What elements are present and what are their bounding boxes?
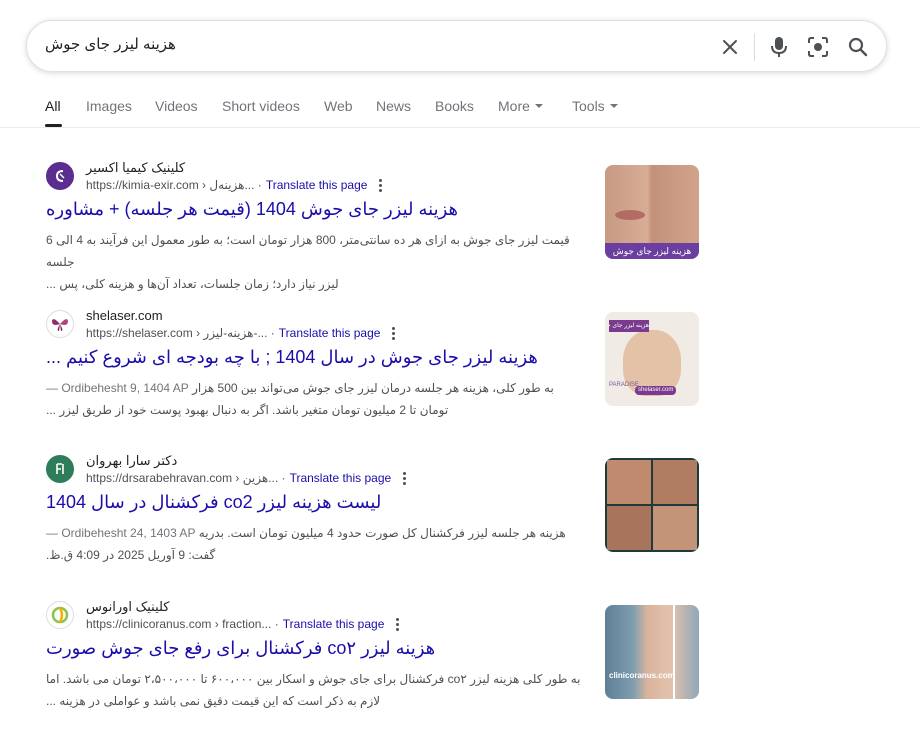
result-date: Ordibehesht 9, 1404 AP — bbox=[46, 381, 189, 395]
result-title-link[interactable]: هزینه لیزر co۲ فرکشنال برای رفع جای جوش … bbox=[46, 638, 626, 659]
result-breadcrumb: › هزین... bbox=[235, 471, 279, 485]
result-title-link[interactable]: هزینه لیزر جای جوش در سال 1404 ; با چه ب… bbox=[46, 347, 626, 368]
thumbnail-caption: clinicoranus.com bbox=[609, 671, 675, 680]
result-snippet: هزینه هر جلسه لیزر فرکشنال کل صورت حدود … bbox=[46, 522, 591, 566]
search-divider bbox=[754, 33, 755, 61]
result-site-name[interactable]: دکتر سارا بهروان bbox=[86, 453, 177, 469]
thumbnail-brand: PARADISE bbox=[609, 382, 639, 388]
result-url[interactable]: https://shelaser.com › هزینه-لیزر-... · T… bbox=[86, 326, 396, 340]
result-breadcrumb: › هزینه-لیزر-... bbox=[196, 326, 268, 340]
search-tabs: All Images Videos Short videos Web News … bbox=[0, 92, 920, 128]
tab-tools-label: Tools bbox=[572, 98, 605, 114]
thumbnail-grid-cell bbox=[607, 506, 651, 550]
translate-link[interactable]: Translate this page bbox=[266, 178, 368, 192]
result-site-name[interactable]: کلینیک کیمیا اکسیر bbox=[86, 160, 185, 176]
result-url[interactable]: https://drsarabehravan.com › هزین... · Tr… bbox=[86, 471, 407, 485]
result-thumbnail[interactable]: هزینه لیزر جای جوش PARADISE shelaser.com bbox=[605, 312, 699, 406]
snippet-line: قیمت لیزر جای جوش به ازای هر ده سانتی‌مت… bbox=[46, 233, 570, 269]
site-favicon[interactable] bbox=[46, 455, 74, 483]
thumbnail-grid-cell bbox=[653, 506, 697, 550]
result-title-link[interactable]: لیست هزینه لیزر co2 فرکشنال در سال 1404 bbox=[46, 492, 626, 513]
result-url[interactable]: https://kimia-exir.com › هزینه‌ل... · Tra… bbox=[86, 178, 383, 192]
result-url[interactable]: https://clinicoranus.com › fraction... ·… bbox=[86, 617, 400, 631]
result-snippet: قیمت لیزر جای جوش به ازای هر ده سانتی‌مت… bbox=[46, 229, 591, 295]
chevron-down-icon bbox=[534, 104, 543, 109]
result-thumbnail[interactable]: clinicoranus.com bbox=[605, 605, 699, 699]
translate-link[interactable]: Translate this page bbox=[279, 326, 381, 340]
site-favicon[interactable] bbox=[46, 162, 74, 190]
snippet-line: به طور کلی، هزینه هر جلسه درمان لیزر جای… bbox=[46, 377, 591, 399]
tab-more-label: More bbox=[498, 98, 530, 114]
thumbnail-caption: shelaser.com bbox=[635, 386, 677, 395]
site-favicon[interactable] bbox=[46, 310, 74, 338]
search-icon[interactable] bbox=[845, 34, 871, 60]
result-breadcrumb: › fraction... bbox=[214, 617, 272, 631]
tab-all[interactable]: All bbox=[45, 98, 61, 114]
search-result: shelaser.com https://shelaser.com › هزین… bbox=[46, 308, 706, 430]
result-url-text: https://shelaser.com bbox=[86, 326, 193, 340]
chevron-down-icon bbox=[609, 104, 618, 109]
site-favicon[interactable] bbox=[46, 601, 74, 629]
result-thumbnail[interactable]: هزینه لیزر جای جوش bbox=[605, 165, 699, 259]
tab-videos[interactable]: Videos bbox=[155, 98, 198, 114]
more-options-icon[interactable] bbox=[392, 326, 396, 340]
snippet-line: به طور کلی هزینه لیزر co۲ فرکشنال برای ج… bbox=[46, 672, 581, 686]
camera-lens-icon[interactable] bbox=[805, 34, 831, 60]
result-site-name[interactable]: کلینیک اورانوس bbox=[86, 599, 170, 615]
snippet-line: گفت: 9 آوریل 2025 در 4:09 ق.ظ. bbox=[46, 548, 216, 562]
result-thumbnail[interactable] bbox=[605, 458, 699, 552]
thumbnail-divider bbox=[673, 605, 675, 699]
more-options-icon[interactable] bbox=[379, 178, 383, 192]
thumbnail-tag: هزینه لیزر جای جوش bbox=[609, 320, 649, 332]
tab-books[interactable]: Books bbox=[435, 98, 474, 114]
result-site-name[interactable]: shelaser.com bbox=[86, 308, 163, 323]
tab-more[interactable]: More bbox=[498, 98, 543, 114]
result-snippet: به طور کلی هزینه لیزر co۲ فرکشنال برای ج… bbox=[46, 668, 591, 712]
snippet-line: لازم به ذکر است که این قیمت دقیق نمی باش… bbox=[46, 694, 381, 708]
result-url-text: https://clinicoranus.com bbox=[86, 617, 212, 631]
tab-short-videos[interactable]: Short videos bbox=[222, 98, 300, 114]
search-bar[interactable]: هزینه لیزر جای جوش bbox=[26, 20, 887, 72]
thumbnail-grid-cell bbox=[607, 460, 651, 504]
tab-images[interactable]: Images bbox=[86, 98, 132, 114]
more-options-icon[interactable] bbox=[396, 617, 400, 631]
clear-icon[interactable] bbox=[717, 34, 743, 60]
translate-link[interactable]: Translate this page bbox=[283, 617, 385, 631]
result-snippet: به طور کلی، هزینه هر جلسه درمان لیزر جای… bbox=[46, 377, 591, 421]
snippet-line: هزینه هر جلسه لیزر فرکشنال کل صورت حدود … bbox=[46, 522, 591, 544]
result-date: Ordibehesht 24, 1403 AP — bbox=[46, 526, 196, 540]
search-result: دکتر سارا بهروان https://drsarabehravan.… bbox=[46, 453, 706, 575]
snippet-text: به طور کلی، هزینه هر جلسه درمان لیزر جای… bbox=[192, 381, 554, 395]
active-tab-indicator bbox=[45, 124, 62, 127]
search-input[interactable]: هزینه لیزر جای جوش bbox=[45, 35, 176, 53]
search-result: کلینیک کیمیا اکسیر https://kimia-exir.co… bbox=[46, 160, 706, 291]
translate-link[interactable]: Translate this page bbox=[290, 471, 392, 485]
thumbnail-caption: هزینه لیزر جای جوش bbox=[605, 243, 699, 259]
result-url-text: https://drsarabehravan.com bbox=[86, 471, 233, 485]
more-options-icon[interactable] bbox=[403, 471, 407, 485]
snippet-line: تومان تا 2 میلیون تومان متغیر باشد. اگر … bbox=[46, 403, 449, 417]
tab-tools[interactable]: Tools bbox=[572, 98, 618, 114]
result-breadcrumb: › هزینه‌ل... bbox=[202, 178, 255, 192]
thumbnail-lips bbox=[615, 210, 645, 220]
snippet-line: لیزر نیاز دارد؛ زمان جلسات، تعداد آن‌ها … bbox=[46, 277, 339, 291]
thumbnail-grid-cell bbox=[653, 460, 697, 504]
tab-web[interactable]: Web bbox=[324, 98, 353, 114]
snippet-text: هزینه هر جلسه لیزر فرکشنال کل صورت حدود … bbox=[198, 526, 566, 540]
result-url-text: https://kimia-exir.com bbox=[86, 178, 199, 192]
tab-news[interactable]: News bbox=[376, 98, 411, 114]
microphone-icon[interactable] bbox=[766, 34, 792, 60]
result-title-link[interactable]: هزینه لیزر جای جوش 1404 (قیمت هر جلسه) +… bbox=[46, 199, 626, 220]
search-result: کلینیک اورانوس https://clinicoranus.com … bbox=[46, 599, 706, 721]
